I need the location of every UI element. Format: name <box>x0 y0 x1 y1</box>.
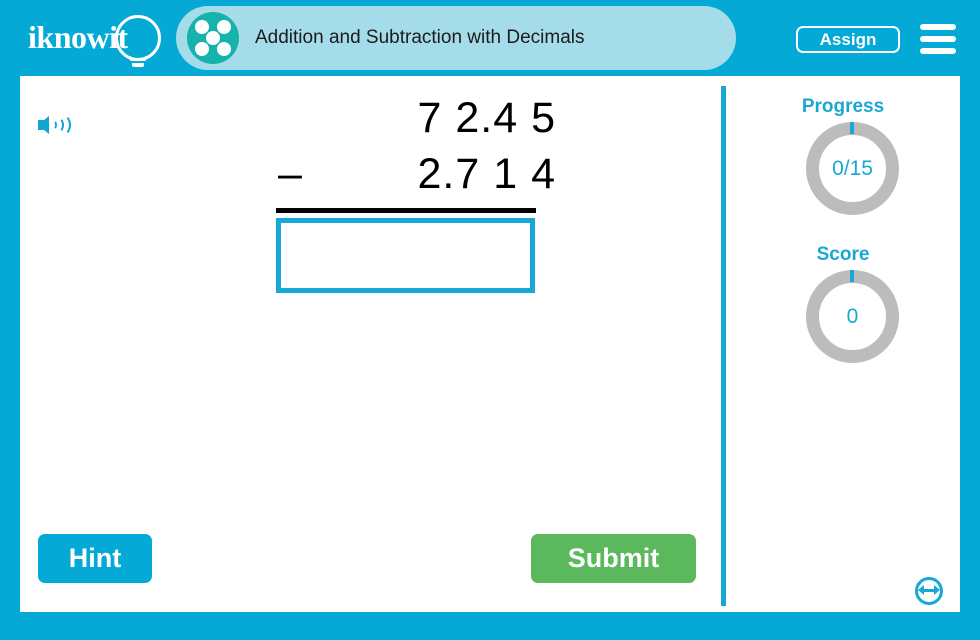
operand-bottom: 2.7 1 4 <box>417 150 556 198</box>
stats-sidebar: Progress 0/15 Score 0 <box>726 76 960 612</box>
lightbulb-icon <box>115 15 161 61</box>
score-value: 0 <box>846 304 859 328</box>
score-label: Score <box>816 244 870 265</box>
lesson-title: Addition and Subtraction with Decimals <box>255 27 585 48</box>
iknowit-logo[interactable]: iknowit <box>22 10 174 68</box>
app-header: iknowit Addition and Subtraction with De… <box>0 0 980 76</box>
progress-ring-tick <box>850 122 854 134</box>
lightbulb-base-icon <box>129 56 147 61</box>
activity-stage: 7 2.4 5 – 2.7 1 4 Hint Submit Progress 0… <box>20 76 960 612</box>
score-ring-tick <box>850 270 854 282</box>
lightbulb-base-bottom-icon <box>132 63 144 67</box>
app-window: iknowit Addition and Subtraction with De… <box>0 0 980 640</box>
five-dots-circle-icon <box>187 12 239 64</box>
horizontal-resize-icon[interactable] <box>915 577 943 605</box>
answer-input[interactable] <box>276 218 535 293</box>
hamburger-menu-icon[interactable] <box>920 24 956 54</box>
problem-rule-line <box>276 208 536 213</box>
hint-button[interactable]: Hint <box>38 534 152 583</box>
problem-row-top: 7 2.4 5 <box>256 94 556 150</box>
logo-text: iknowit <box>28 19 128 55</box>
progress-label: Progress <box>801 96 885 117</box>
speaker-icon[interactable] <box>38 108 78 142</box>
math-problem: 7 2.4 5 – 2.7 1 4 <box>256 94 556 213</box>
progress-ring: 0/15 <box>806 122 899 215</box>
score-ring: 0 <box>806 270 899 363</box>
progress-value: 0/15 <box>832 156 873 180</box>
operand-top: 7 2.4 5 <box>417 94 556 142</box>
problem-row-bottom: – 2.7 1 4 <box>256 150 556 206</box>
assign-button[interactable]: Assign <box>796 26 900 53</box>
operator-symbol: – <box>278 150 303 198</box>
submit-button[interactable]: Submit <box>531 534 696 583</box>
lesson-title-pill: Addition and Subtraction with Decimals <box>176 6 736 70</box>
